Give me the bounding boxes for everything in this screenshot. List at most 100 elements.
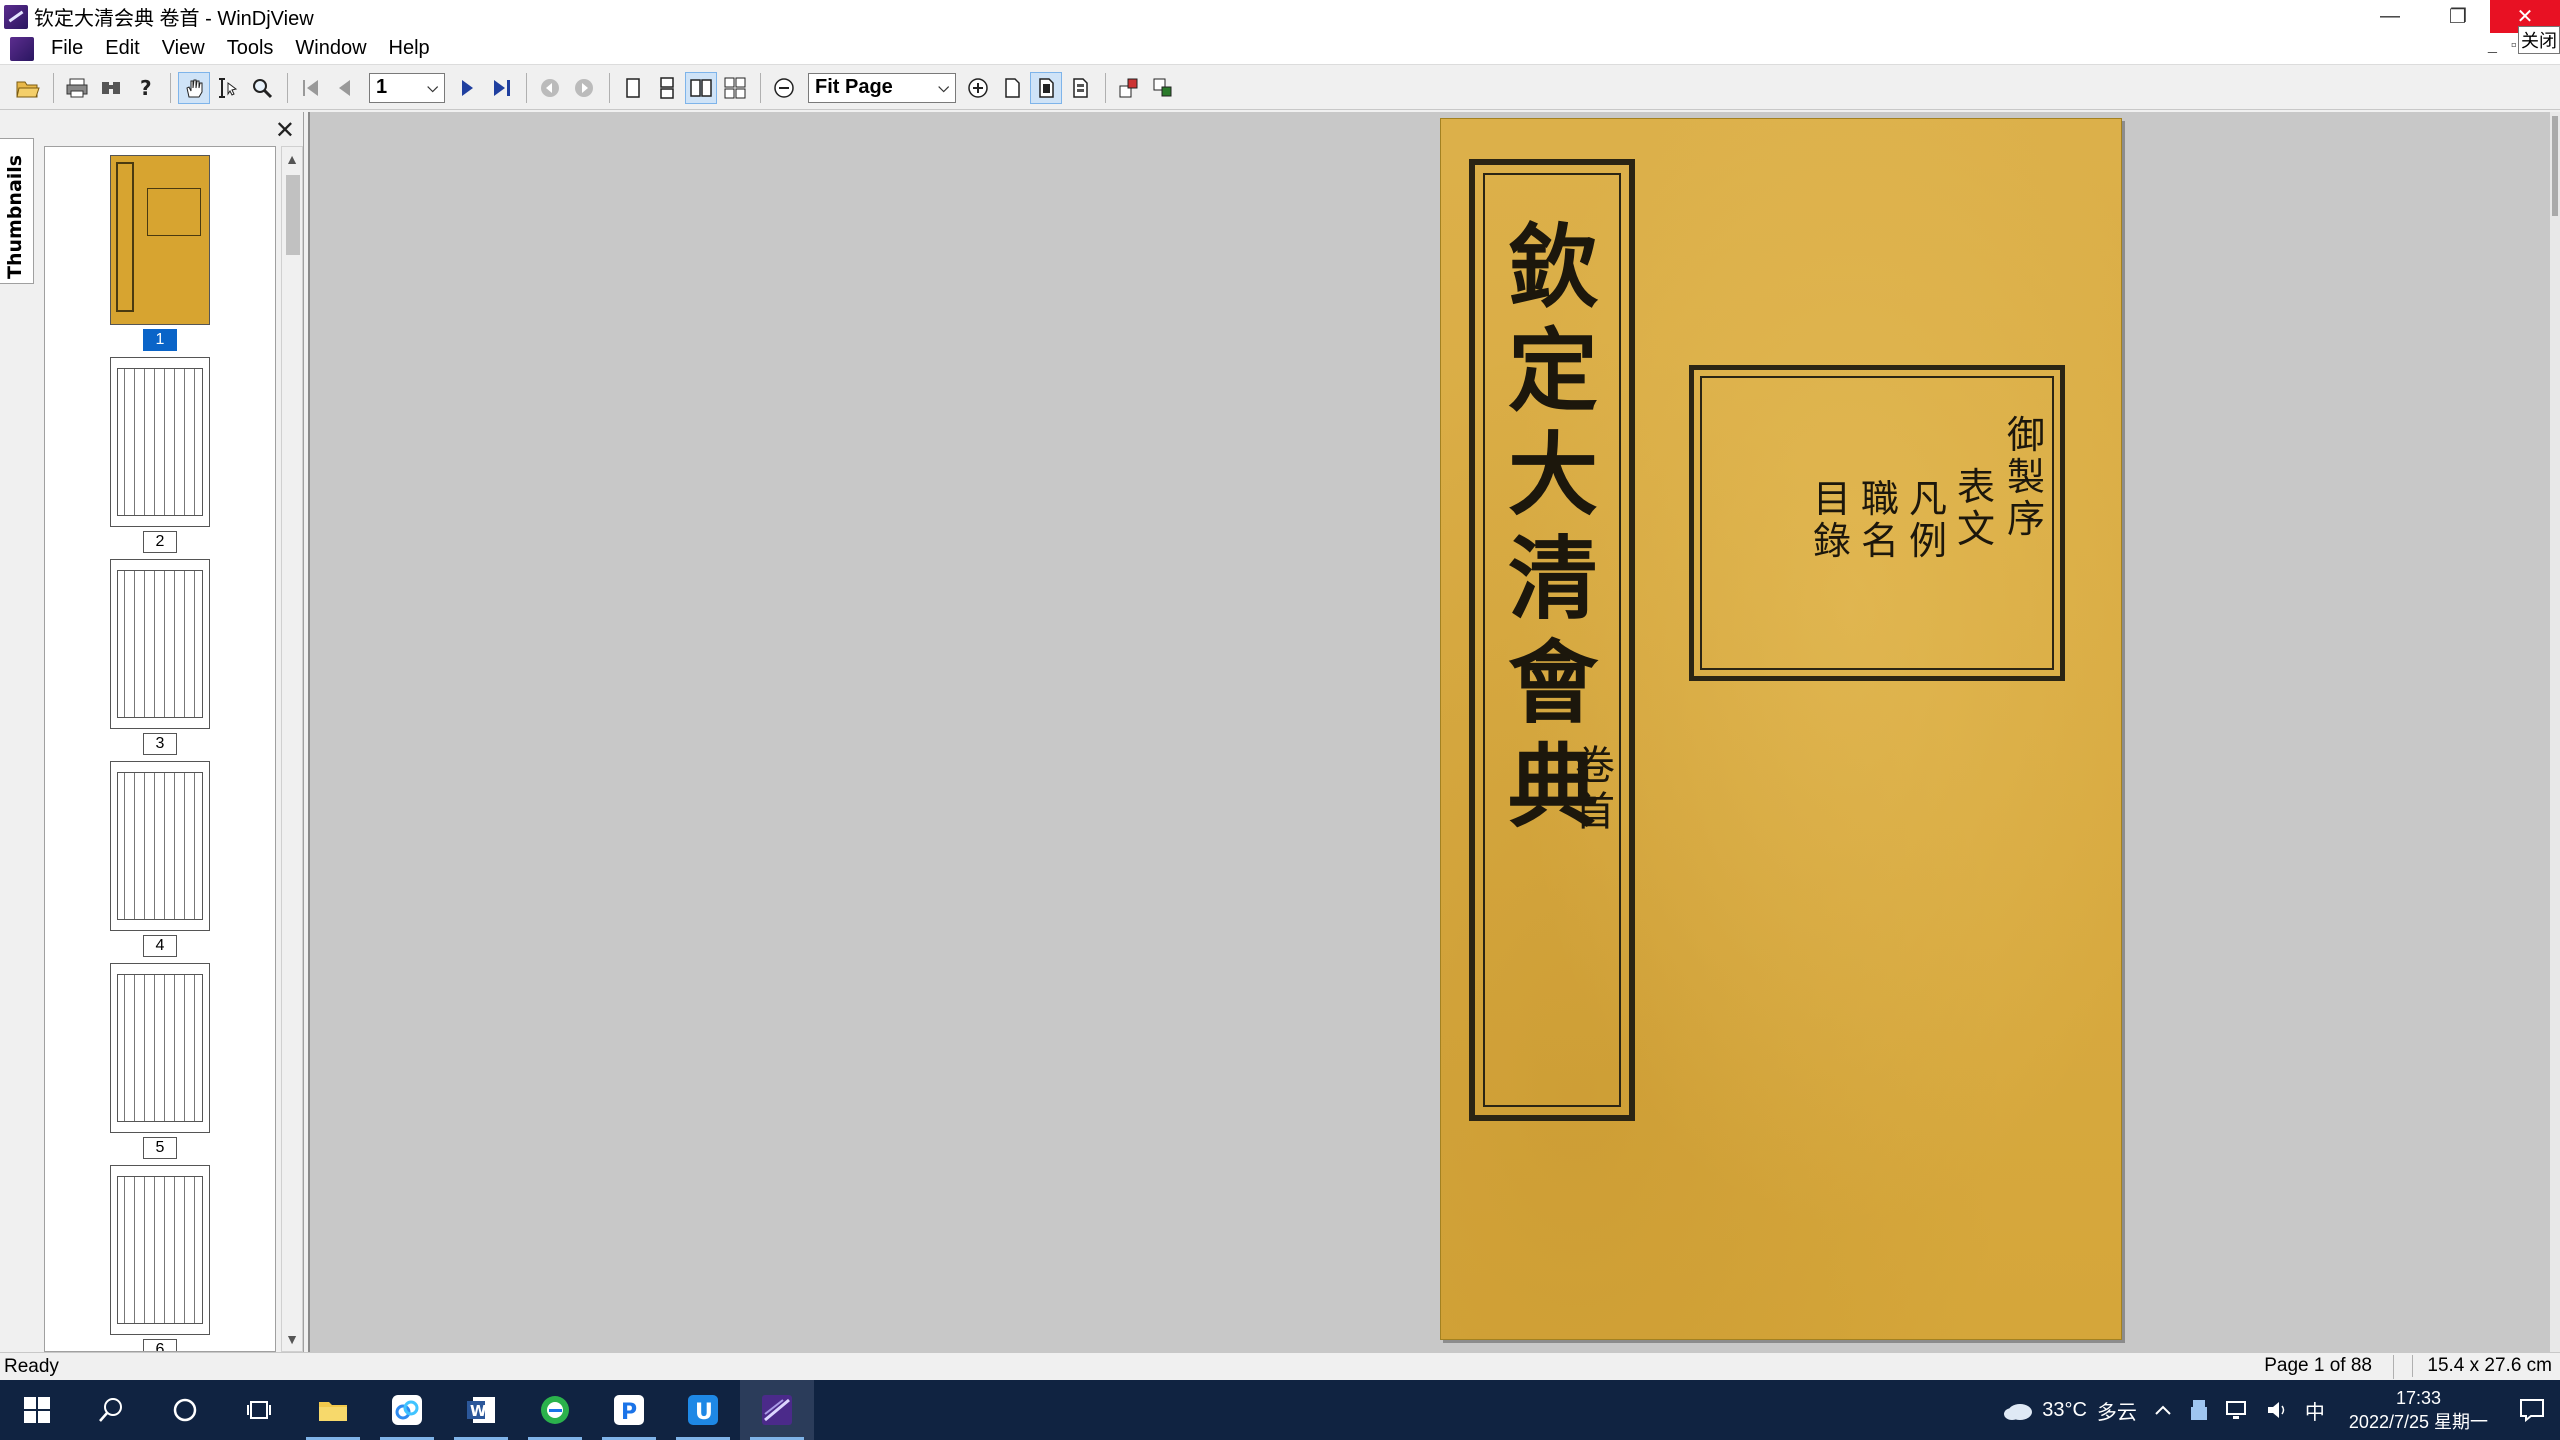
thumbnail-page-6[interactable] [110,1165,210,1335]
usb-device-icon[interactable] [2181,1398,2217,1422]
windjview-taskbar-icon[interactable] [740,1380,814,1440]
find-icon[interactable] [95,72,127,104]
file-explorer-icon[interactable] [296,1380,370,1440]
baidu-netdisk-icon[interactable] [370,1380,444,1440]
network-icon[interactable] [2217,1398,2257,1422]
continuous-icon[interactable] [651,72,683,104]
contents-box: 御製序 表文 凡例 職名 目錄 [1689,365,2065,681]
facing-icon[interactable] [685,71,717,104]
thumbnail-text-lines [117,772,203,920]
page-number-value: 1 [376,76,388,98]
menu-tools[interactable]: Tools [216,37,285,60]
scrollbar-thumb[interactable] [2552,116,2558,216]
thumbnail-label-5[interactable]: 5 [143,1137,177,1159]
scroll-up-icon[interactable]: ▲ [282,151,302,167]
maximize-button[interactable]: ❐ [2424,0,2492,33]
layout-1-icon[interactable] [996,72,1028,104]
menu-help[interactable]: Help [378,37,441,60]
scrollbar-thumb[interactable] [286,175,300,255]
contents-item-guidelines: 凡例 [1908,477,1947,563]
zoom-dropdown[interactable]: Fit Page ⌵ [808,72,956,103]
zoom-in-icon[interactable] [962,72,994,104]
thumbnail-label-6[interactable]: 6 [143,1339,177,1351]
first-page-icon[interactable] [295,72,327,104]
rotate-left-icon[interactable] [1113,72,1145,104]
notification-center-icon[interactable] [2504,1380,2560,1440]
toolbar-separator [287,72,288,103]
document-menu-icon[interactable] [10,36,34,61]
open-icon[interactable] [12,72,44,104]
thumbnail-label-1[interactable]: 1 [143,329,177,351]
page-number-dropdown[interactable]: 1 ⌵ [369,72,445,103]
browser-icon[interactable] [518,1380,592,1440]
pinyin-app-icon[interactable]: P [592,1380,666,1440]
weather-widget[interactable]: 33°C 多云 [1994,1396,2145,1425]
svg-text:P: P [621,1400,637,1425]
thumbnail-page-1[interactable] [110,155,210,325]
thumbnail-label-3[interactable]: 3 [143,733,177,755]
mdi-minimize-button[interactable]: _ [2488,37,2497,57]
thumbnail-page-4[interactable] [110,761,210,931]
rotate-right-icon[interactable] [1147,72,1179,104]
next-page-icon[interactable] [451,72,483,104]
scroll-down-icon[interactable]: ▼ [282,1331,302,1347]
word-icon[interactable]: W [444,1380,518,1440]
volume-icon[interactable] [2257,1398,2297,1422]
menu-bar: File Edit View Tools Window Help _ ▫ ✕ [0,33,2560,65]
last-page-icon[interactable] [485,72,517,104]
forward-icon[interactable] [568,72,600,104]
thumbnail-cover-title-frame [116,162,134,312]
close-panel-icon[interactable]: ✕ [275,116,295,145]
thumbnail-scrollbar[interactable]: ▲ ▼ [281,146,303,1352]
clock-date: 2022/7/25 星期一 [2348,1412,2488,1432]
security-app-icon[interactable]: U [666,1380,740,1440]
single-page-icon[interactable] [617,72,649,104]
zoom-out-icon[interactable] [768,72,800,104]
zoom-value: Fit Page [815,76,893,98]
cortana-icon[interactable] [148,1380,222,1440]
prev-page-icon[interactable] [329,72,361,104]
toolbar-separator [760,72,761,103]
search-icon[interactable] [74,1380,148,1440]
thumbnail-label-2[interactable]: 2 [143,531,177,553]
volume-subtitle: 卷首 [1575,743,1615,835]
minimize-button[interactable]: — [2356,0,2424,33]
thumbnail-text-lines [117,974,203,1122]
menu-view[interactable]: View [151,37,216,60]
svg-text:W: W [470,1402,487,1420]
menu-file[interactable]: File [40,37,94,60]
thumbnail-label-4[interactable]: 4 [143,935,177,957]
thumbnail-text-lines [117,570,203,718]
menu-window[interactable]: Window [284,37,377,60]
contents-item-index: 目錄 [1812,477,1851,563]
document-scrollbar[interactable] [2550,112,2560,1352]
thumbnail-page-2[interactable] [110,357,210,527]
windows-start-icon[interactable] [0,1380,74,1440]
layout-2-icon[interactable] [1030,71,1062,104]
thumbnail-page-5[interactable] [110,963,210,1133]
clock[interactable]: 17:33 2022/7/25 星期一 [2333,1386,2504,1434]
back-icon[interactable] [534,72,566,104]
status-bar: Ready Page 1 of 88 15.4 x 27.6 cm [0,1352,2560,1380]
svg-text:U: U [695,1400,713,1425]
window-title: 钦定大清会典 卷首 - WinDjView [34,8,314,30]
thumbnail-cover-box [147,188,201,236]
document-page[interactable]: 欽定大清會典 卷首 御製序 表文 凡例 職名 目錄 [1440,118,2122,1340]
print-icon[interactable] [61,72,93,104]
help-icon[interactable]: ? [129,72,161,104]
hand-tool-icon[interactable] [178,71,210,104]
menu-edit[interactable]: Edit [94,37,150,60]
weather-description: 多云 [2096,1401,2137,1424]
facing-continuous-icon[interactable] [719,72,751,104]
select-tool-icon[interactable] [212,72,244,104]
task-view-icon[interactable] [222,1380,296,1440]
ime-indicator[interactable]: 中 [2297,1396,2333,1425]
thumbnail-page-3[interactable] [110,559,210,729]
clock-time: 17:33 [2395,1388,2441,1408]
thumbnails-tab[interactable]: Thumbnails [0,138,34,284]
layout-3-icon[interactable] [1064,72,1096,104]
document-view[interactable]: 欽定大清會典 卷首 御製序 表文 凡例 職名 目錄 [308,112,2560,1352]
mdi-restore-button[interactable]: ▫ [2511,37,2517,57]
zoom-tool-icon[interactable] [246,72,278,104]
show-hidden-icons-icon[interactable] [2145,1400,2181,1420]
